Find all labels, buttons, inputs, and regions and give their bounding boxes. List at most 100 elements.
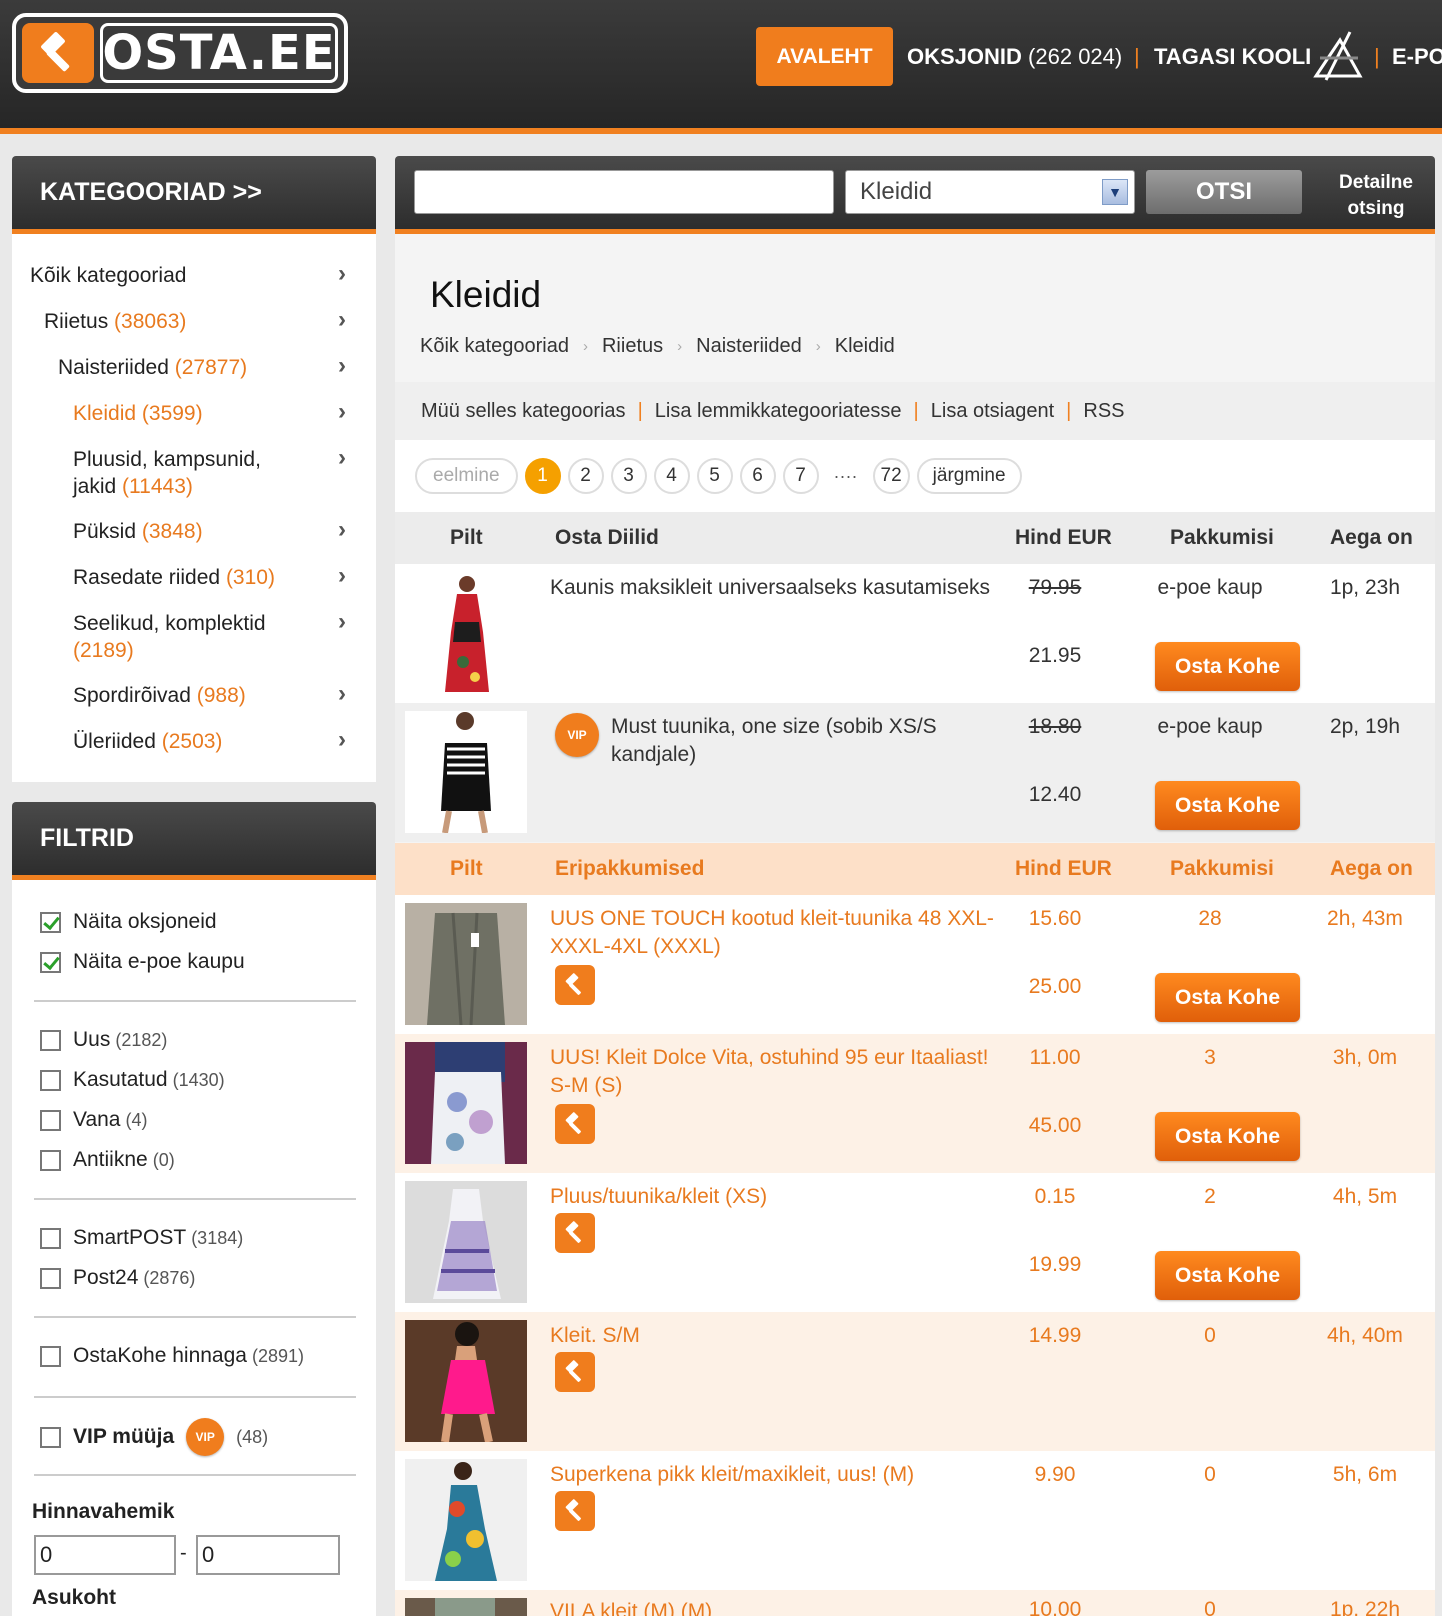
table-row[interactable]: VIP Must tuunika, one size (sobib XS/S k…: [395, 703, 1435, 842]
buy-now-button[interactable]: Osta Kohe: [1155, 642, 1300, 691]
filter-vana[interactable]: Vana (4): [40, 1108, 148, 1132]
category-riietus[interactable]: Riietus (38063): [44, 308, 186, 335]
prev-page-button[interactable]: eelmine: [415, 458, 518, 494]
page-button[interactable]: 4: [653, 458, 690, 494]
filter-antiikne[interactable]: Antiikne (0): [40, 1148, 175, 1172]
category-spordiroivad[interactable]: Spordirõivad (988): [73, 682, 246, 709]
table-row[interactable]: UUS ONE TOUCH kootud kleit-tuunika 48 XX…: [395, 895, 1435, 1034]
site-logo[interactable]: OSTA.EE: [12, 13, 348, 93]
checkbox[interactable]: [40, 1267, 61, 1289]
filter-uus[interactable]: Uus (2182): [40, 1028, 167, 1052]
column-header[interactable]: Eripakkumised: [555, 857, 704, 881]
column-header[interactable]: Pakkumisi: [1170, 857, 1274, 881]
column-header[interactable]: Hind EUR: [1015, 857, 1112, 881]
checkbox[interactable]: [40, 1426, 61, 1448]
breadcrumb-item[interactable]: Riietus: [602, 335, 663, 358]
category-rasedate-riided[interactable]: Rasedate riided (310): [73, 564, 275, 591]
filter-naita-oksjoneid[interactable]: Näita oksjoneid: [40, 910, 217, 934]
chevron-right-icon: ›: [338, 260, 346, 287]
categories-header[interactable]: KATEGOORIAD >>: [12, 156, 376, 234]
filter-ostakohe-hinnaga[interactable]: OstaKohe hinnaga (2891): [40, 1344, 304, 1368]
product-thumbnail[interactable]: [405, 1459, 527, 1581]
category-naisteriided[interactable]: Naisteriided (27877): [58, 354, 247, 381]
product-title-link[interactable]: Kaunis maksikleit universaalseks kasutam…: [550, 574, 995, 602]
price-min-input[interactable]: 0: [34, 1535, 176, 1575]
buy-now-button[interactable]: Osta Kohe: [1155, 781, 1300, 830]
product-title-link[interactable]: Pluus/tuunika/kleit (XS): [550, 1183, 995, 1211]
product-title-link[interactable]: VILA kleit (M) (M): [550, 1598, 995, 1616]
table-row[interactable]: VILA kleit (M) (M) 10.00 0 1p, 22h: [395, 1590, 1435, 1616]
price-max-input[interactable]: 0: [196, 1535, 340, 1575]
column-header[interactable]: Aega on: [1330, 526, 1413, 550]
nav-avaleht-button[interactable]: AVALEHT: [756, 27, 893, 86]
nav-epood-link[interactable]: E-PO: [1392, 44, 1442, 70]
page-button[interactable]: 2: [567, 458, 604, 494]
product-thumbnail[interactable]: [405, 1320, 527, 1442]
checkbox-checked[interactable]: [40, 951, 61, 973]
table-row[interactable]: Kaunis maksikleit universaalseks kasutam…: [395, 564, 1435, 703]
breadcrumb-item[interactable]: Kleidid: [835, 335, 895, 358]
category-ueleriided[interactable]: Üleriided (2503): [73, 728, 222, 755]
table-row[interactable]: Superkena pikk kleit/maxikleit, uus! (M)…: [395, 1451, 1435, 1590]
buy-now-button[interactable]: Osta Kohe: [1155, 973, 1300, 1022]
filter-kasutatud[interactable]: Kasutatud (1430): [40, 1068, 225, 1092]
search-button[interactable]: OTSI: [1146, 170, 1302, 214]
page-button[interactable]: 72: [872, 458, 910, 494]
category-all[interactable]: Kõik kategooriad: [30, 262, 186, 289]
product-thumbnail[interactable]: [405, 711, 527, 833]
breadcrumb-item[interactable]: Kõik kategooriad: [420, 335, 569, 358]
product-title-link[interactable]: UUS ONE TOUCH kootud kleit-tuunika 48 XX…: [550, 905, 995, 961]
product-thumbnail[interactable]: [405, 903, 527, 1025]
checkbox-checked[interactable]: [40, 911, 61, 933]
product-title-link[interactable]: Superkena pikk kleit/maxikleit, uus! (M): [550, 1461, 995, 1489]
detailed-search-link[interactable]: Detailne otsing: [1316, 170, 1436, 222]
product-thumbnail[interactable]: [405, 572, 527, 694]
category-kleidid[interactable]: Kleidid (3599): [73, 400, 203, 427]
page-button[interactable]: 1: [524, 458, 561, 494]
rss-link[interactable]: RSS: [1083, 400, 1124, 423]
product-thumbnail[interactable]: [405, 1042, 527, 1164]
page-button[interactable]: 5: [696, 458, 733, 494]
buy-now-button[interactable]: Osta Kohe: [1155, 1112, 1300, 1161]
checkbox[interactable]: [40, 1109, 61, 1131]
category-select[interactable]: Kleidid ▼: [845, 170, 1135, 214]
category-puksid[interactable]: Püksid (3848): [73, 518, 203, 545]
filter-label: OstaKohe hinnaga: [73, 1344, 247, 1367]
filter-post24[interactable]: Post24 (2876): [40, 1266, 195, 1290]
buy-now-button[interactable]: Osta Kohe: [1155, 1251, 1300, 1300]
checkbox[interactable]: [40, 1227, 61, 1249]
nav-oksjonid-link[interactable]: OKSJONID (262 024): [907, 44, 1122, 70]
column-header[interactable]: Aega on: [1330, 857, 1413, 881]
next-page-button[interactable]: järgmine: [916, 458, 1022, 494]
product-title-link[interactable]: UUS! Kleit Dolce Vita, ostuhind 95 eur I…: [550, 1044, 995, 1100]
table-row[interactable]: UUS! Kleit Dolce Vita, ostuhind 95 eur I…: [395, 1034, 1435, 1173]
category-pluusid[interactable]: Pluusid, kampsunid, jakid (11443): [73, 446, 261, 500]
page-button[interactable]: 3: [610, 458, 647, 494]
filter-naita-epoe-kaupu[interactable]: Näita e-poe kaupu: [40, 950, 245, 974]
product-thumbnail[interactable]: [405, 1598, 527, 1616]
filter-vip-muuja[interactable]: VIP müüja VIP (48): [40, 1418, 268, 1456]
column-header[interactable]: Osta Diilid: [555, 526, 659, 550]
product-title-link[interactable]: Kleit. S/M: [550, 1322, 995, 1350]
sell-in-category-link[interactable]: Müü selles kategoorias: [421, 400, 626, 423]
add-search-agent-link[interactable]: Lisa otsiagent: [931, 400, 1054, 423]
checkbox[interactable]: [40, 1149, 61, 1171]
nav-tagasi-kooli-link[interactable]: TAGASI KOOLI: [1154, 44, 1311, 70]
column-header[interactable]: Pakkumisi: [1170, 526, 1274, 550]
checkbox[interactable]: [40, 1345, 61, 1367]
add-favourite-category-link[interactable]: Lisa lemmikkategooriatesse: [655, 400, 902, 423]
column-header[interactable]: Hind EUR: [1015, 526, 1112, 550]
product-thumbnail[interactable]: [405, 1181, 527, 1303]
category-seelikud[interactable]: Seelikud, komplektid (2189): [73, 610, 266, 664]
chevron-down-icon[interactable]: ▼: [1102, 179, 1128, 205]
product-title-link[interactable]: Must tuunika, one size (sobib XS/S kandj…: [611, 713, 996, 769]
checkbox[interactable]: [40, 1069, 61, 1091]
checkbox[interactable]: [40, 1029, 61, 1051]
page-button[interactable]: 7: [782, 458, 819, 494]
table-row[interactable]: Pluus/tuunika/kleit (XS) 0.15 19.99 2 4h…: [395, 1173, 1435, 1312]
breadcrumb-item[interactable]: Naisteriided: [696, 335, 802, 358]
table-row[interactable]: Kleit. S/M 14.99 0 4h, 40m: [395, 1312, 1435, 1451]
page-button[interactable]: 6: [739, 458, 776, 494]
search-input[interactable]: [414, 170, 834, 214]
filter-smartpost[interactable]: SmartPOST (3184): [40, 1226, 243, 1250]
